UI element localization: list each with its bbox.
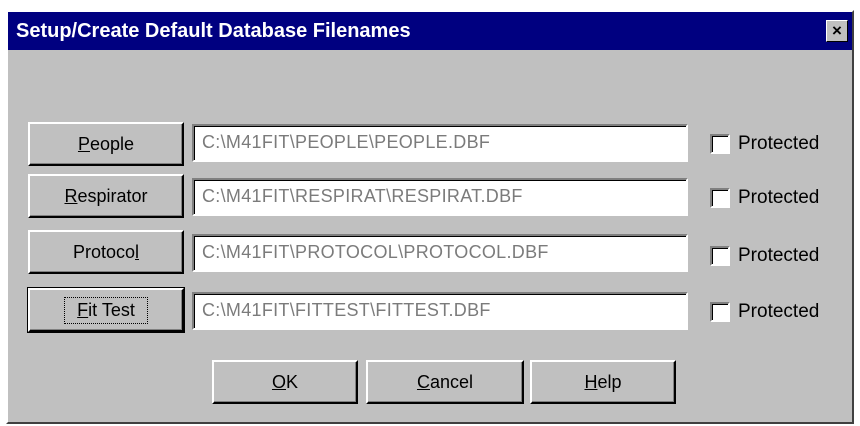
help-button-label: Help: [584, 371, 622, 392]
respirator-button[interactable]: Respirator: [28, 174, 184, 218]
close-button[interactable]: ×: [826, 20, 848, 42]
protocol-button-label: Protocol: [72, 241, 140, 262]
people-protected-label[interactable]: Protected: [738, 133, 819, 155]
ok-button-label: OK: [271, 371, 299, 392]
people-path-field[interactable]: C:\M41FIT\PEOPLE\PEOPLE.DBF: [192, 124, 688, 162]
fit-test-path-field[interactable]: C:\M41FIT\FITTEST\FITTEST.DBF: [192, 292, 688, 330]
cancel-button[interactable]: Cancel: [366, 360, 524, 404]
cancel-button-label: Cancel: [416, 371, 474, 392]
protocol-protected-checkbox[interactable]: [710, 246, 730, 266]
fit-test-button-label: Fit Test: [64, 296, 148, 324]
ok-button[interactable]: OK: [212, 360, 358, 404]
fit-test-protected-checkbox[interactable]: [710, 302, 730, 322]
people-protected-checkbox[interactable]: [710, 134, 730, 154]
setup-dialog: Setup/Create Default Database Filenames …: [6, 10, 854, 424]
people-button-label: People: [77, 133, 135, 154]
people-button[interactable]: People: [28, 122, 184, 166]
fit-test-button[interactable]: Fit Test: [27, 287, 185, 333]
respirator-protected-label[interactable]: Protected: [738, 187, 819, 209]
title-bar[interactable]: Setup/Create Default Database Filenames …: [8, 12, 852, 50]
close-icon: ×: [832, 21, 842, 40]
fit-test-protected-label[interactable]: Protected: [738, 301, 819, 323]
protocol-protected-label[interactable]: Protected: [738, 245, 819, 267]
protocol-path-field[interactable]: C:\M41FIT\PROTOCOL\PROTOCOL.DBF: [192, 234, 688, 272]
protocol-button[interactable]: Protocol: [28, 230, 184, 274]
respirator-button-label: Respirator: [64, 185, 148, 206]
dialog-title: Setup/Create Default Database Filenames: [16, 20, 411, 42]
help-button[interactable]: Help: [530, 360, 676, 404]
respirator-path-field[interactable]: C:\M41FIT\RESPIRAT\RESPIRAT.DBF: [192, 178, 688, 216]
respirator-protected-checkbox[interactable]: [710, 188, 730, 208]
